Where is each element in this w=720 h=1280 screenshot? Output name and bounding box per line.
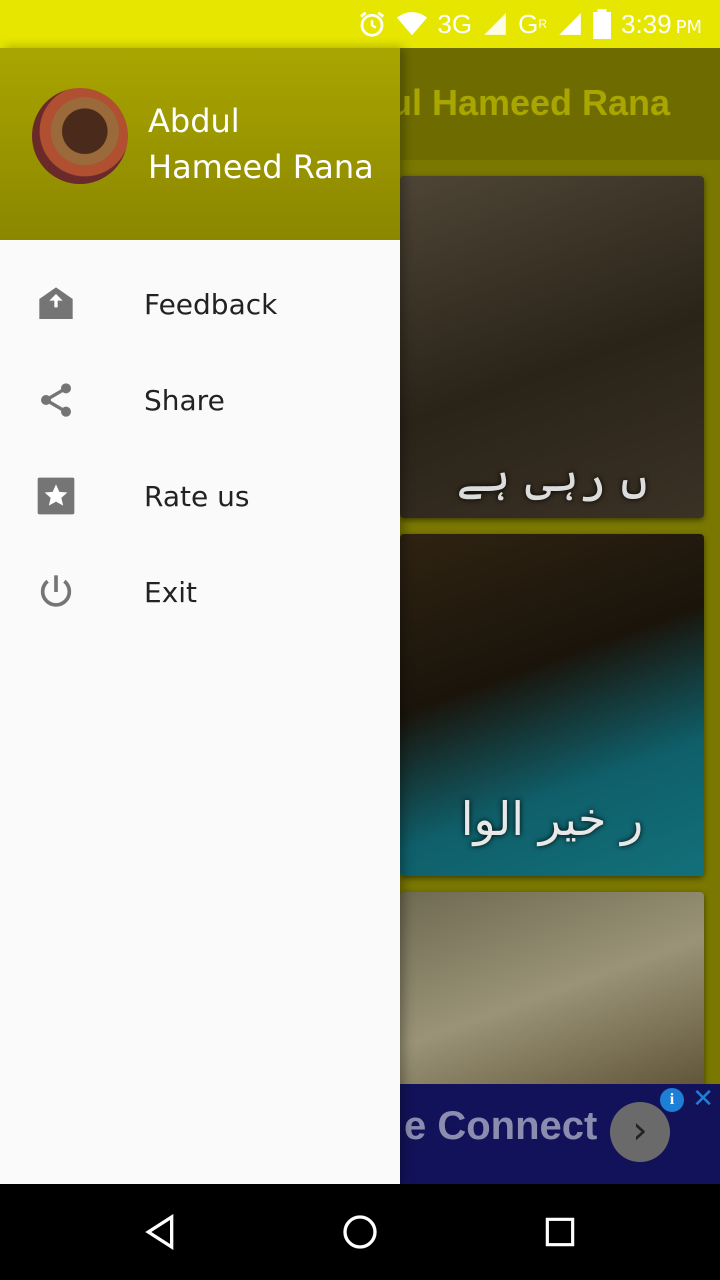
star-icon [36, 476, 76, 516]
menu-item-label: Exit [144, 575, 198, 609]
video-card[interactable]: ں رہی ہے [400, 176, 704, 518]
drawer-header: Abdul Hameed Rana [0, 48, 400, 240]
power-icon [36, 572, 76, 612]
card-caption: ں رہی ہے [456, 448, 648, 502]
back-icon[interactable] [136, 1208, 184, 1256]
share-icon [36, 380, 76, 420]
video-card[interactable]: ر خیر الوا [400, 534, 704, 876]
menu-item-rate-us[interactable]: Rate us [0, 448, 400, 544]
system-nav-bar [0, 1184, 720, 1280]
clock: 3:39 [621, 8, 672, 39]
menu-item-label: Feedback [144, 287, 278, 321]
alarm-icon [357, 9, 387, 39]
recents-icon[interactable] [536, 1208, 584, 1256]
navigation-drawer: Abdul Hameed Rana Feedback Share Rate us… [0, 48, 400, 1184]
clock-ampm: PM [675, 16, 702, 38]
menu-item-label: Share [144, 383, 225, 417]
battery-icon [593, 9, 611, 39]
menu-item-feedback[interactable]: Feedback [0, 256, 400, 352]
avatar [32, 88, 128, 184]
signal-icon [482, 11, 508, 37]
network-type-label: 3G [437, 8, 473, 39]
drawer-header-name: Abdul Hameed Rana [148, 102, 374, 186]
menu-item-exit[interactable]: Exit [0, 544, 400, 640]
ad-text: e Connect [404, 1104, 598, 1148]
ad-banner[interactable]: e Connect › i ✕ [400, 1084, 720, 1184]
video-card[interactable] [400, 892, 704, 1092]
wifi-icon [397, 11, 428, 37]
info-icon[interactable]: i [660, 1088, 684, 1112]
chevron-right-icon[interactable]: › [610, 1102, 670, 1162]
feedback-icon [36, 284, 76, 324]
card-caption: ر خیر الوا [460, 792, 644, 846]
menu-item-label: Rate us [144, 479, 250, 513]
signal-2-icon [557, 11, 583, 37]
toolbar-title: Abdul Hameed Rana [320, 82, 671, 123]
status-bar: 3G GR 3:39 PM [0, 0, 720, 48]
network-type-2-label: GR [518, 8, 547, 39]
home-icon[interactable] [336, 1208, 384, 1256]
menu-item-share[interactable]: Share [0, 352, 400, 448]
close-icon[interactable]: ✕ [692, 1084, 714, 1114]
